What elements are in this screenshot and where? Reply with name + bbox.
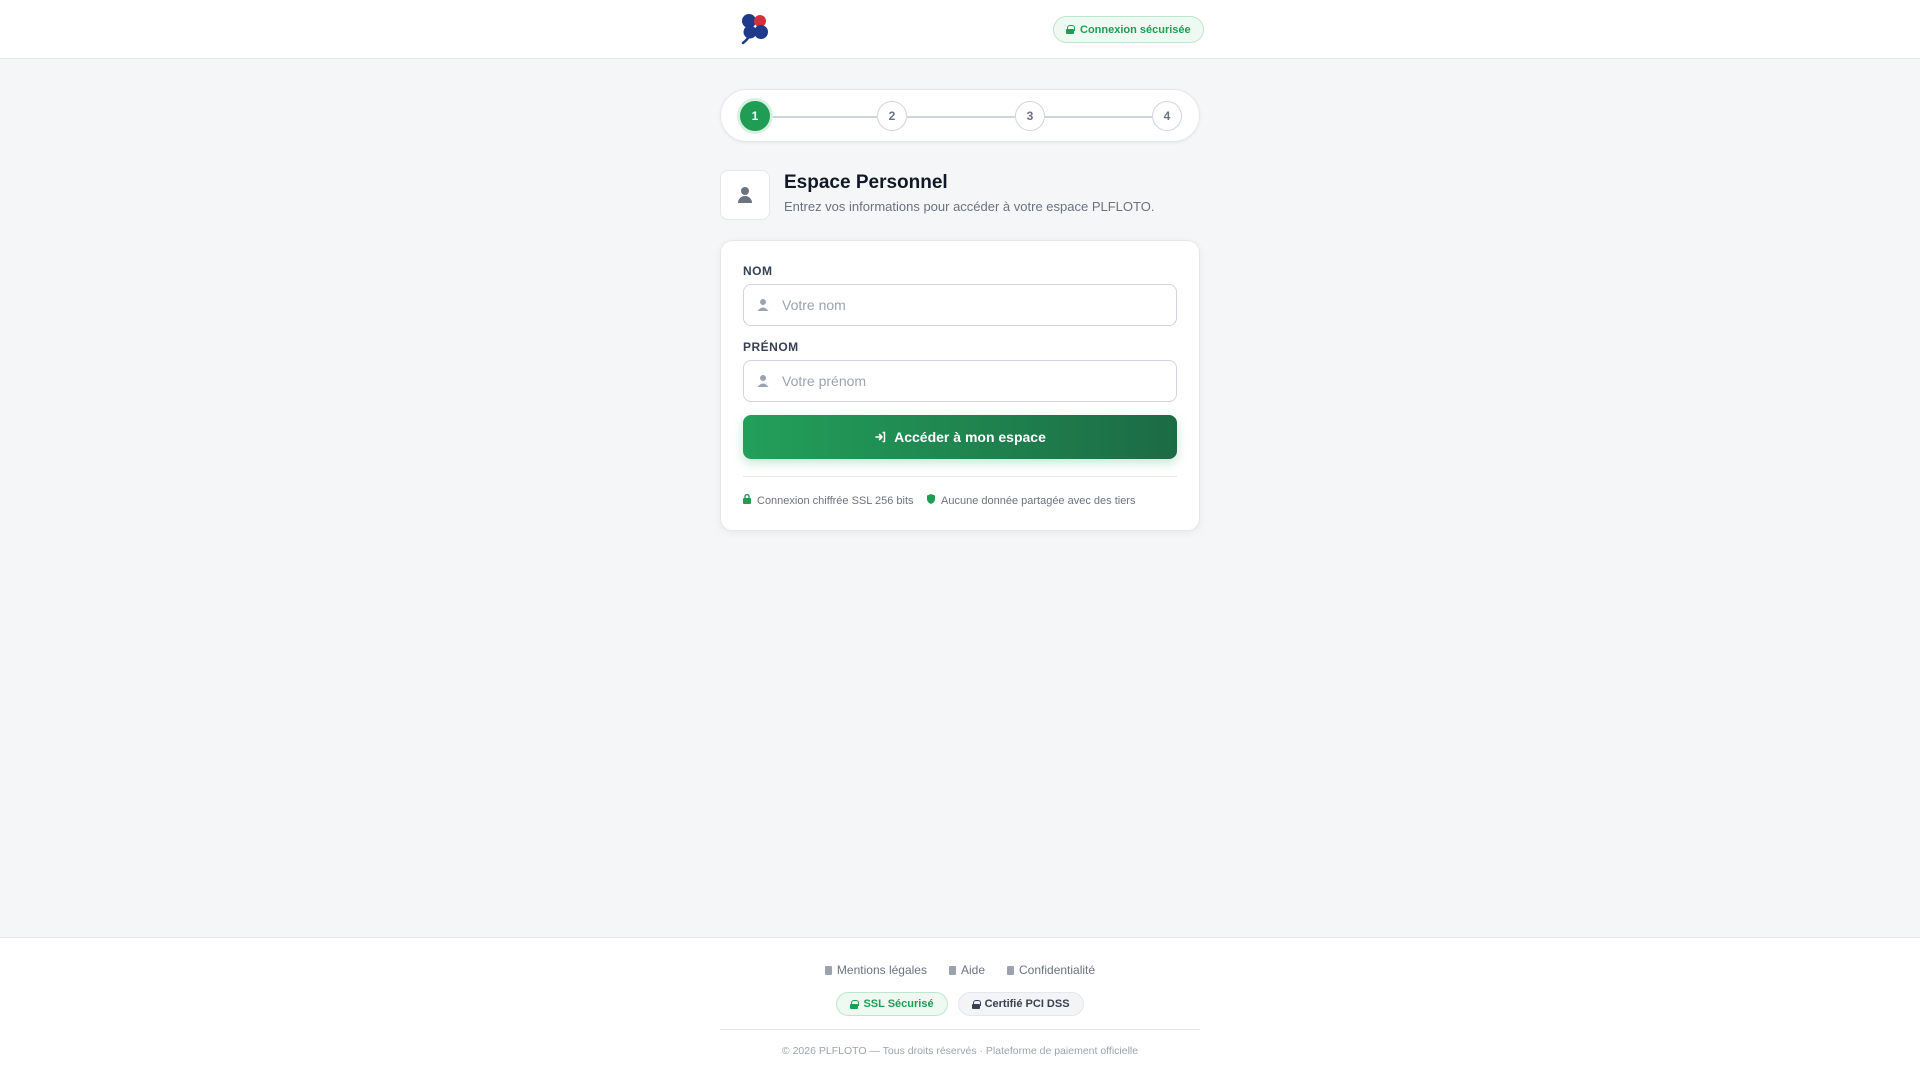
secure-connection-badge: Connexion sécurisée [1053,16,1204,43]
page-subtitle: Entrez vos informations pour accéder à v… [784,199,1155,214]
prenom-input[interactable] [782,361,1172,401]
step-2: 2 [877,101,907,131]
access-space-label: Accéder à mon espace [894,429,1046,445]
user-icon-box [720,170,770,220]
nom-field[interactable] [743,284,1177,326]
lock-icon [1066,25,1075,34]
certificate-icon [971,999,981,1009]
nom-input[interactable] [782,285,1172,325]
legal-link-label: Mentions légales [836,963,927,977]
clover-logo[interactable] [738,11,772,45]
ssl-trust-text: Connexion chiffrée SSL 256 bits [757,494,914,507]
privacy-trust-note: Aucune donnée partagée avec des tiers [927,494,1135,507]
sign-in-icon [875,431,886,443]
shield-icon [1007,965,1015,975]
lock-icon [850,999,860,1009]
footer-links: Mentions légales Aide Confidentialité [0,963,1920,977]
privacy-trust-text: Aucune donnée partagée avec des tiers [941,494,1136,507]
help-link[interactable]: Aide [948,963,986,977]
legal-link[interactable]: Mentions légales [824,963,927,977]
prenom-label: PRÉNOM [743,340,799,354]
privacy-link-label: Confidentialité [1019,963,1096,977]
help-link-label: Aide [960,963,986,977]
access-space-button[interactable]: Accéder à mon espace [743,415,1177,459]
copyright-text: © 2026 PLFLOTO — Tous droits réservés · … [781,1045,1139,1057]
pci-badge: Certifié PCI DSS [957,992,1084,1016]
step-1: 1 [740,101,770,131]
step-connector [1045,116,1152,118]
user-icon [757,375,769,387]
help-icon [948,965,956,975]
ssl-badge-label: SSL Sécurisé [863,998,934,1010]
footer-badges: SSL Sécurisé Certifié PCI DSS [0,992,1920,1016]
prenom-field[interactable] [743,360,1177,402]
page-title: Espace Personnel [784,172,948,193]
user-icon [737,187,753,203]
nom-label: NOM [743,264,773,278]
document-icon [824,965,832,975]
step-3: 3 [1015,101,1045,131]
step-connector [907,116,1015,118]
step-connector [770,116,877,118]
user-icon [757,299,769,311]
shield-icon [927,494,935,507]
secure-connection-label: Connexion sécurisée [1080,23,1191,36]
lock-icon [743,493,751,507]
ssl-trust-note: Connexion chiffrée SSL 256 bits [743,493,914,507]
ssl-badge: SSL Sécurisé [836,992,948,1016]
step-4: 4 [1152,101,1182,131]
top-bar: Connexion sécurisée [0,0,1920,59]
footer-divider [720,1029,1200,1030]
login-card: NOM PRÉNOM Accéder à mon espace Connexio… [720,240,1200,531]
footer: Mentions légales Aide Confidentialité SS… [0,937,1920,1080]
card-divider [743,476,1177,477]
progress-stepper: 1 2 3 4 [720,89,1200,142]
pci-badge-label: Certifié PCI DSS [984,998,1070,1010]
privacy-link[interactable]: Confidentialité [1007,963,1095,977]
